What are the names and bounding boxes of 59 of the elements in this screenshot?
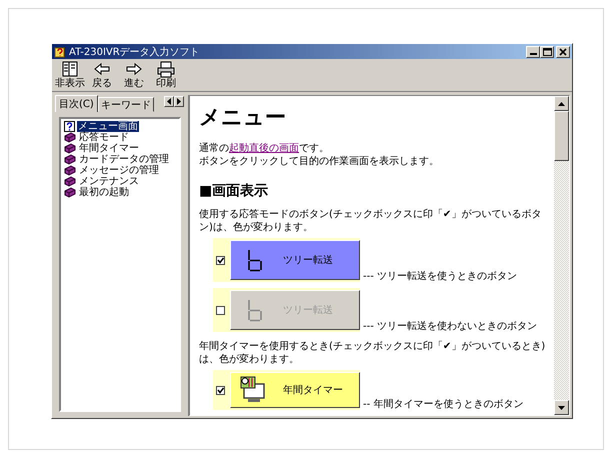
scroll-thumb[interactable] [554,111,569,161]
maximize-button[interactable] [540,46,554,58]
mode-button[interactable]: ツリー転送 [230,240,360,280]
checkbox[interactable] [216,386,225,394]
checkbox[interactable] [216,256,225,264]
toolbar-button[interactable]: 進む [120,60,148,90]
paragraph: 使用する応答モードのボタン(チェックボックスに印「✔」がついているボタン)は、色が変わります。 [199,208,542,234]
help-app-icon [54,46,66,58]
tab[interactable]: 目次(C) [55,95,98,112]
caption: --- ツリー転送を使うときのボタン [363,271,518,282]
toolbar-button[interactable]: 戻る [88,60,116,90]
minimize-button[interactable] [526,46,540,58]
link[interactable]: 起動直後の画面 [229,143,299,154]
tab[interactable]: キーワード [98,97,154,112]
tree-item[interactable]: カードデータの管理 [78,154,170,165]
tree-item[interactable]: 応答モード [78,132,130,143]
tree-item[interactable]: メンテナンス [78,176,140,187]
segment-digit-icon [245,248,265,272]
right-arrow-icon [124,60,144,78]
left-triangle-icon [166,98,172,105]
mode-button[interactable]: 年間タイマー [230,372,360,408]
book-icon [64,187,76,198]
close-button[interactable] [556,46,570,58]
book-icon [64,165,76,176]
book-icon [64,154,76,165]
caption: -- 年間タイマーを使うときのボタン [363,399,524,410]
tree-item[interactable]: メッセージの管理 [78,165,160,176]
vertical-scrollbar[interactable] [554,96,569,415]
toolbar-button[interactable]: 印刷 [152,60,180,90]
book-icon [64,143,76,154]
caption: --- ツリー転送を使わないときのボタン [363,321,538,332]
right-triangle-icon [176,98,182,105]
page-heading: メニュー [199,104,287,130]
minimize-icon [530,52,536,54]
close-icon [557,46,569,57]
book-icon [64,176,76,187]
maximize-icon [541,46,553,57]
scroll-right-button[interactable] [174,96,184,107]
scroll-down-button[interactable] [554,400,569,415]
tree-item[interactable]: 最初の起動 [78,187,130,198]
segment-digit-icon [245,298,265,322]
tree-item[interactable]: 年間タイマー [78,143,140,154]
section-heading: ■画面表示 [199,182,270,200]
scroll-left-button[interactable] [164,96,174,107]
paragraph: ボタンをクリックして目的の作業画面を表示します。 [199,155,440,168]
paragraph: 通常の起動直後の画面です。 [199,142,330,155]
checkbox[interactable] [216,306,225,314]
paragraph: 年間タイマーを使用するとき(チェックボックスに印「✔」がついているとき)は、色が変わります。 [199,340,546,366]
scroll-up-button[interactable] [554,96,569,111]
up-triangle-icon [558,102,565,106]
toolbar-button[interactable]: 非表示 [56,60,84,90]
window-title: AT-230IVRデータ入力ソフト [69,46,201,58]
help-page-icon [64,121,75,132]
printer-icon [156,60,176,78]
tree-item[interactable]: メニュー画面 [77,121,139,132]
book-icon [64,132,76,143]
down-triangle-icon [558,406,565,410]
left-arrow-icon [92,60,112,78]
pane-toggle-icon [60,60,80,78]
